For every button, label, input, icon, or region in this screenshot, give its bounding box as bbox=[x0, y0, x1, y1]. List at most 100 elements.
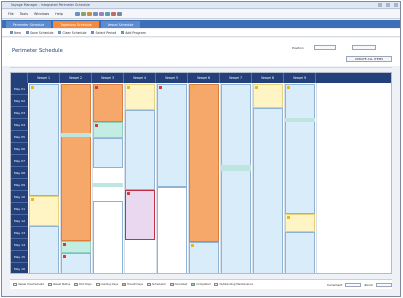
alert-icon[interactable] bbox=[110, 12, 116, 16]
column-header[interactable]: Vessel 2 bbox=[60, 73, 92, 83]
legend-item: Vessel Unscheduled bbox=[13, 283, 44, 286]
schedule-block[interactable] bbox=[285, 232, 315, 273]
calendar-icon[interactable] bbox=[80, 12, 86, 16]
schedule-block[interactable] bbox=[93, 122, 123, 138]
row-header: May 13 bbox=[11, 227, 28, 239]
legend-item: Cancelled bbox=[169, 283, 187, 286]
menu-windows[interactable]: Windows bbox=[34, 12, 49, 16]
port-days-band bbox=[285, 118, 315, 122]
schedule-block[interactable] bbox=[29, 196, 59, 226]
legend-item: Loading Days bbox=[95, 283, 118, 286]
schedule-block[interactable] bbox=[189, 242, 219, 273]
row-header: May 05 bbox=[11, 131, 28, 143]
tab-vessel-schedule[interactable]: Vessel Schedule bbox=[100, 21, 141, 28]
menu-tools[interactable]: Tools bbox=[20, 12, 28, 16]
increment-select[interactable] bbox=[345, 282, 362, 287]
column-header-spacer bbox=[316, 73, 391, 83]
schedule-block[interactable] bbox=[29, 84, 59, 196]
schedule-block[interactable] bbox=[61, 241, 91, 253]
save-icon bbox=[25, 31, 29, 34]
update-all-button[interactable]: UPDATE ALL ITEMS bbox=[346, 56, 392, 62]
toolbar-clear[interactable]: Clear Schedule bbox=[58, 31, 86, 35]
schedule-grid: Vessel 1 Vessel 2 Vessel 3 Vessel 4 Vess… bbox=[10, 72, 392, 274]
close-icon[interactable] bbox=[394, 3, 398, 7]
alert-flag-icon bbox=[127, 192, 130, 195]
legend-item: Outstanding Maintenance bbox=[214, 283, 253, 286]
column-header[interactable]: Vessel 5 bbox=[156, 73, 188, 83]
schedule-block[interactable] bbox=[125, 84, 155, 110]
home-icon[interactable] bbox=[74, 12, 80, 16]
toolbar-select-period[interactable]: Select Period bbox=[91, 31, 116, 35]
increment-label: Increment bbox=[327, 282, 343, 287]
schedule-block[interactable] bbox=[253, 84, 283, 108]
report-icon[interactable] bbox=[86, 12, 92, 16]
menu-bar: File Tools Windows Help bbox=[2, 10, 400, 19]
status-flag-icon bbox=[255, 86, 258, 89]
schedule-block[interactable] bbox=[93, 201, 123, 273]
vessel-icon[interactable] bbox=[92, 12, 98, 16]
alert-flag-icon bbox=[159, 86, 162, 89]
chart-icon[interactable] bbox=[98, 12, 104, 16]
column-header[interactable]: Vessel 4 bbox=[124, 73, 156, 83]
column-header[interactable]: Vessel 3 bbox=[92, 73, 124, 83]
map-icon[interactable] bbox=[104, 12, 110, 16]
zoom-select[interactable] bbox=[376, 282, 392, 287]
status-flag-icon bbox=[31, 198, 34, 201]
schedule-toolbar: New Save Schedule Clear Schedule Select … bbox=[2, 29, 400, 37]
legend-item: Transit Days bbox=[122, 283, 143, 286]
view-select[interactable] bbox=[352, 45, 376, 50]
position-label: Position bbox=[292, 46, 304, 50]
schedule-block[interactable] bbox=[29, 226, 59, 273]
toolbar-save[interactable]: Save Schedule bbox=[25, 31, 53, 35]
schedule-block[interactable] bbox=[157, 84, 187, 187]
legend-swatch bbox=[13, 283, 17, 286]
column-header[interactable]: Vessel 8 bbox=[252, 73, 284, 83]
schedule-block[interactable] bbox=[61, 253, 91, 273]
page-title: Perimeter Schedule bbox=[12, 48, 63, 54]
schedule-block[interactable] bbox=[285, 214, 315, 232]
column-header[interactable]: Vessel 6 bbox=[188, 73, 220, 83]
toolbar-new[interactable]: New bbox=[10, 31, 21, 35]
window-controls bbox=[378, 3, 398, 7]
status-flag-icon bbox=[31, 86, 34, 89]
schedule-block[interactable] bbox=[285, 84, 315, 214]
title-bar: Voyage Manager - Integrated Perimeter Sc… bbox=[2, 2, 400, 9]
schedule-block[interactable] bbox=[189, 84, 219, 242]
zoom-label: Zoom bbox=[364, 282, 373, 287]
new-icon bbox=[10, 31, 13, 34]
schedule-block[interactable] bbox=[157, 187, 187, 273]
port-days-band bbox=[61, 133, 91, 137]
legend-swatch bbox=[214, 283, 219, 286]
tab-strip: Perimeter Schedule Trajectory Schedule V… bbox=[2, 20, 400, 28]
settings-icon[interactable] bbox=[116, 12, 122, 16]
schedule-block[interactable] bbox=[61, 84, 91, 241]
toolbar-add-program[interactable]: Add Program bbox=[121, 31, 146, 35]
tab-perimeter-schedule[interactable]: Perimeter Schedule bbox=[6, 21, 52, 28]
minimize-icon[interactable] bbox=[378, 3, 382, 7]
position-select[interactable] bbox=[314, 45, 336, 50]
row-header: May 10 bbox=[11, 191, 28, 203]
port-days-band bbox=[221, 165, 251, 171]
app-window: Voyage Manager - Integrated Perimeter Sc… bbox=[1, 1, 401, 297]
schedule-block[interactable] bbox=[125, 110, 155, 190]
schedule-block[interactable] bbox=[253, 108, 283, 273]
schedule-block[interactable] bbox=[93, 138, 123, 168]
menu-file[interactable]: File bbox=[8, 12, 14, 16]
column-header[interactable]: Vessel 9 bbox=[284, 73, 316, 83]
column-header[interactable]: Vessel 1 bbox=[28, 73, 60, 83]
quick-toolbar bbox=[74, 12, 122, 16]
menu-help[interactable]: Help bbox=[55, 12, 63, 16]
column-header[interactable]: Vessel 7 bbox=[220, 73, 252, 83]
alert-flag-icon bbox=[95, 124, 98, 127]
clear-icon bbox=[58, 31, 62, 34]
status-flag-icon bbox=[63, 86, 66, 89]
alert-flag-icon bbox=[95, 86, 98, 89]
period-icon bbox=[91, 31, 95, 34]
schedule-block-selected[interactable] bbox=[125, 190, 155, 240]
row-header: May 07 bbox=[11, 155, 28, 167]
status-flag-icon bbox=[191, 244, 194, 247]
schedule-block[interactable] bbox=[93, 84, 123, 122]
maximize-icon[interactable] bbox=[386, 3, 390, 7]
schedule-block[interactable] bbox=[221, 84, 251, 273]
tab-trajectory-schedule[interactable]: Trajectory Schedule bbox=[53, 21, 99, 28]
